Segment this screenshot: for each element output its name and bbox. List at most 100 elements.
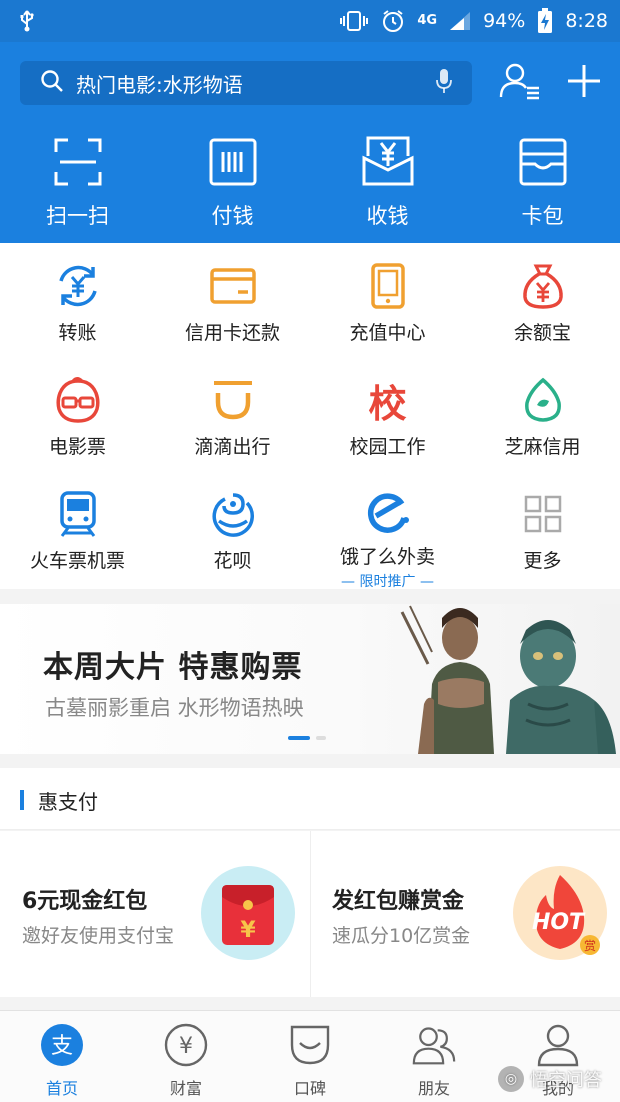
search-input[interactable]: 热门电影:水形物语	[76, 69, 436, 98]
app-label: 滴滴出行	[194, 436, 271, 458]
promo-card-subtitle: 邀好友使用支付宝	[22, 925, 175, 947]
nav-label: 财富	[169, 1079, 202, 1098]
quick-action-scan[interactable]: 扫一扫	[0, 134, 155, 234]
search-bar[interactable]: 热门电影:水形物语	[20, 61, 472, 105]
watermark: ◎ 悟空问答	[498, 1066, 602, 1092]
transfer-icon	[54, 262, 102, 310]
alarm-icon	[381, 9, 405, 33]
app-label: 转账	[58, 322, 97, 344]
money-bag-icon	[519, 262, 567, 310]
wealth-glyph: ¥	[179, 1034, 193, 1059]
signal-icon	[449, 11, 471, 31]
app-movie-ticket[interactable]: 电影票	[0, 357, 155, 471]
app-label: 充值中心	[349, 322, 426, 344]
red-envelope-icon: ¥	[200, 865, 296, 961]
promo-tag: — 限时推广 —	[341, 574, 434, 590]
quick-action-receive[interactable]: 收钱	[310, 134, 465, 234]
quick-action-label: 收钱	[366, 204, 409, 228]
status-bar: 4G 94% 8:28	[0, 0, 620, 42]
microphone-icon[interactable]	[436, 68, 452, 99]
add-button[interactable]	[562, 61, 606, 105]
search-icon	[40, 69, 64, 98]
credit-card-icon	[209, 262, 257, 310]
app-label: 余额宝	[513, 322, 571, 344]
section-header: 惠支付	[0, 768, 620, 830]
promo-card-red-envelope[interactable]: 6元现金红包 邀好友使用支付宝 ¥	[0, 831, 310, 997]
plus-icon	[566, 63, 602, 103]
sesame-credit-icon	[519, 376, 567, 424]
scan-icon	[54, 134, 102, 186]
app-label: 更多	[523, 550, 562, 572]
usb-icon	[18, 10, 36, 32]
network-type-label: 4G	[417, 13, 438, 28]
didi-icon	[209, 376, 257, 424]
yuan-receive-icon	[362, 134, 414, 186]
quick-action-cards[interactable]: 卡包	[465, 134, 620, 234]
app-label: 花呗	[213, 550, 252, 572]
train-icon	[54, 490, 102, 538]
eleme-icon	[364, 490, 412, 534]
campus-icon: 校	[364, 376, 412, 426]
nav-koubei[interactable]: 口碑	[248, 1011, 372, 1102]
nav-friends[interactable]: 朋友	[372, 1011, 496, 1102]
vibrate-icon	[339, 10, 369, 32]
nav-label: 首页	[45, 1079, 78, 1098]
app-label: 芝麻信用	[504, 436, 581, 458]
app-campus-work[interactable]: 校 校园工作	[310, 357, 465, 471]
campus-glyph: 校	[368, 381, 407, 426]
app-train-flight-tickets[interactable]: 火车票机票	[0, 471, 155, 585]
nav-home[interactable]: 支 首页	[0, 1011, 124, 1102]
wealth-icon: ¥	[164, 1023, 208, 1067]
app-more[interactable]: 更多	[465, 471, 620, 585]
promo-card-subtitle: 速瓜分10亿赏金	[332, 925, 471, 947]
more-grid-icon	[519, 490, 567, 538]
card-wallet-icon	[519, 134, 567, 186]
network-type-icon: 4G	[417, 13, 438, 28]
app-label: 校园工作	[349, 436, 426, 458]
red-envelope-glyph: ¥	[240, 918, 256, 943]
promo-banner[interactable]: 本周大片 特惠购票 古墓丽影重启 水形物语热映	[0, 604, 620, 754]
watermark-text: 悟空问答	[530, 1070, 602, 1091]
clock-time: 8:28	[565, 10, 608, 32]
app-topup-center[interactable]: 充值中心	[310, 243, 465, 357]
quick-action-label: 付钱	[211, 204, 254, 228]
app-sesame-credit[interactable]: 芝麻信用	[465, 357, 620, 471]
friends-icon	[412, 1023, 456, 1067]
movie-poster-image	[398, 604, 620, 754]
alipay-home-icon: 支	[40, 1023, 84, 1067]
promo-card-title: 6元现金红包	[22, 889, 148, 914]
section-accent-bar	[20, 790, 24, 810]
app-header: 热门电影:水形物语 扫一扫 付钱 收钱 卡包	[0, 42, 620, 243]
app-credit-card-repay[interactable]: 信用卡还款	[155, 243, 310, 357]
watermark-logo-icon: ◎	[498, 1066, 524, 1092]
home-glyph: 支	[51, 1034, 73, 1059]
banner-title: 本周大片 特惠购票	[43, 650, 303, 685]
app-transfer[interactable]: 转账	[0, 243, 155, 357]
huabei-icon	[209, 490, 257, 538]
app-yuebao[interactable]: 余额宝	[465, 243, 620, 357]
promo-cards: 6元现金红包 邀好友使用支付宝 ¥ 发红包赚赏金 速瓜分10亿赏金 HOT 赏	[0, 831, 620, 997]
banner-subtitle: 古墓丽影重启 水形物语热映	[45, 696, 304, 720]
battery-charging-icon	[537, 8, 553, 34]
quick-action-label: 扫一扫	[46, 204, 109, 228]
phone-topup-icon	[364, 262, 412, 310]
carousel-dot[interactable]	[288, 736, 310, 740]
movie-ticket-icon	[54, 376, 102, 424]
contacts-button[interactable]	[498, 61, 542, 105]
bounty-badge-text: 赏	[584, 939, 596, 953]
hot-flame-icon: HOT 赏	[512, 865, 608, 961]
section-title: 惠支付	[38, 790, 98, 814]
nav-wealth[interactable]: ¥ 财富	[124, 1011, 248, 1102]
promo-card-bounty[interactable]: 发红包赚赏金 速瓜分10亿赏金 HOT 赏	[310, 831, 620, 997]
nav-label: 口碑	[293, 1079, 326, 1098]
carousel-dot[interactable]	[316, 736, 326, 740]
app-huabei[interactable]: 花呗	[155, 471, 310, 585]
app-eleme[interactable]: 饿了么外卖 — 限时推广 —	[310, 471, 465, 590]
battery-percent: 94%	[483, 10, 526, 32]
contacts-icon	[499, 62, 541, 104]
app-label: 信用卡还款	[184, 322, 280, 344]
app-didi[interactable]: 滴滴出行	[155, 357, 310, 471]
quick-action-pay[interactable]: 付钱	[155, 134, 310, 234]
carousel-indicator	[288, 736, 326, 740]
profile-icon	[536, 1023, 580, 1067]
